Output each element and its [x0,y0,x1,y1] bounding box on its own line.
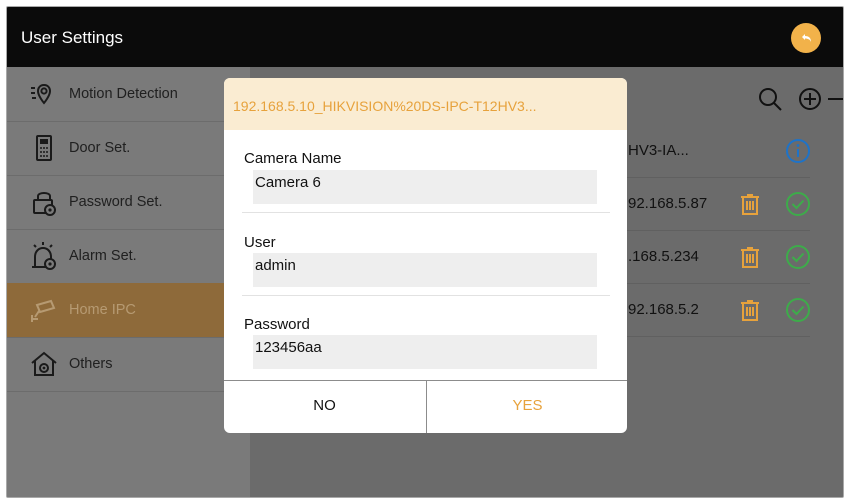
sidebar-item-password-set[interactable]: Password Set. [7,175,250,230]
camera-address: HV3-IA... [628,142,689,159]
sidebar-item-label: Alarm Set. [69,248,137,264]
sidebar-item-motion-detection[interactable]: Motion Detection [7,67,250,122]
dialog-header: 192.168.5.10_HIKVISION%20DS-IPC-T12HV3..… [224,78,627,130]
divider [242,212,610,213]
sidebar-item-label: Password Set. [69,194,163,210]
password-value: 123456aa [255,339,322,356]
sidebar-item-label: Home IPC [69,302,136,318]
camera-address: .168.5.234 [628,248,699,265]
sidebar-item-label: Door Set. [69,140,131,156]
sidebar-item-home-ipc[interactable]: Home IPC [7,283,250,338]
dialog-title: 192.168.5.10_HIKVISION%20DS-IPC-T12HV3..… [233,98,537,114]
search-icon[interactable] [756,85,784,113]
camera-edit-dialog: 192.168.5.10_HIKVISION%20DS-IPC-T12HV3..… [224,78,627,433]
motion-detection-icon [31,83,52,105]
camera-name-label: Camera Name [244,150,342,167]
sidebar: Motion Detection Door Set. Password Set. [7,67,250,497]
add-icon[interactable] [796,85,824,113]
info-icon[interactable] [785,138,811,164]
trash-icon[interactable] [737,191,763,217]
dialog-button-row: NO YES [224,380,627,433]
home-settings-icon [31,351,57,376]
camera-address: 92.168.5.2 [628,301,699,318]
camera-name-value: Camera 6 [255,174,321,191]
back-button[interactable] [791,23,821,53]
sidebar-item-alarm-set[interactable]: Alarm Set. [7,229,250,284]
trash-icon[interactable] [737,244,763,270]
alarm-icon [32,242,56,270]
no-button[interactable]: NO [224,381,425,433]
user-label: User [244,234,276,251]
sidebar-item-label: Others [69,356,113,372]
back-arrow-icon [802,34,811,42]
sidebar-item-label: Motion Detection [69,86,178,102]
yes-button[interactable]: YES [426,381,627,433]
user-field[interactable]: admin [253,253,597,287]
check-circle-icon[interactable] [785,297,811,323]
sidebar-item-door-set[interactable]: Door Set. [7,121,250,176]
password-field[interactable]: 123456aa [253,335,597,369]
trash-icon[interactable] [737,297,763,323]
page-title: User Settings [21,28,124,47]
camera-name-field[interactable]: Camera 6 [253,170,597,204]
user-value: admin [255,257,296,274]
divider [242,295,610,296]
more-indicator [828,98,843,100]
sidebar-item-others[interactable]: Others [7,337,250,392]
door-station-icon [36,135,52,161]
check-circle-icon[interactable] [785,191,811,217]
header-bar: User Settings [7,7,843,67]
check-circle-icon[interactable] [785,244,811,270]
password-lock-icon [33,192,56,216]
camera-address: 92.168.5.87 [628,195,708,212]
ip-camera-icon [31,299,56,322]
password-label: Password [244,316,310,333]
